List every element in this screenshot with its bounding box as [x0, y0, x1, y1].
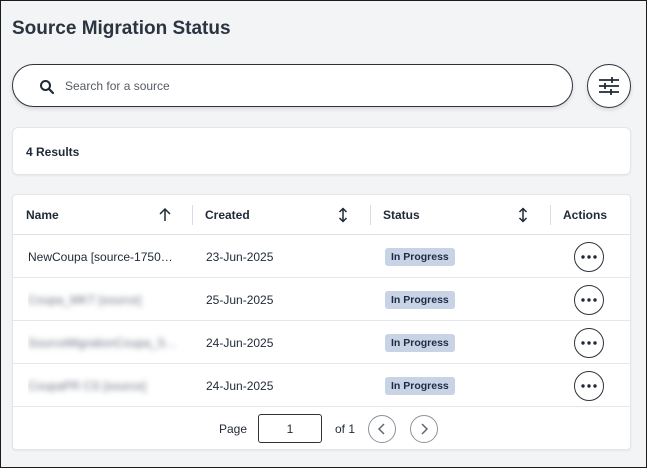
next-page-button[interactable]: [410, 415, 438, 443]
column-header-actions: Actions: [563, 208, 608, 222]
sort-vertical-icon[interactable]: [516, 207, 530, 223]
sources-table: Name Created Status Actions NewCoupa [so…: [12, 194, 631, 450]
row-actions-button[interactable]: [574, 242, 604, 272]
search-bar[interactable]: [12, 64, 573, 107]
more-horizontal-icon: [581, 255, 597, 259]
previous-page-button[interactable]: [368, 415, 396, 443]
app-frame: Source Migration Status 4 Results Name: [0, 0, 647, 468]
status-cell: In Progress: [385, 364, 535, 407]
table-header: Name Created Status Actions: [13, 195, 630, 235]
chevron-right-icon: [421, 423, 429, 435]
more-horizontal-icon: [581, 384, 597, 388]
column-header-name[interactable]: Name: [26, 195, 59, 235]
source-name-text: NewCoupa [source-17506…: [28, 249, 178, 264]
filter-button[interactable]: [587, 64, 631, 108]
column-divider: [370, 205, 371, 225]
page-total: of 1: [335, 422, 356, 436]
column-divider: [192, 205, 193, 225]
created-date: 24-Jun-2025: [206, 335, 274, 350]
page-number-input[interactable]: [258, 414, 322, 443]
table-row[interactable]: Coupa_MKT [source] 25-Jun-2025 In Progre…: [13, 278, 630, 321]
table-row[interactable]: CoupaPR CS [source] 24-Jun-2025 In Progr…: [13, 364, 630, 407]
status-badge: In Progress: [385, 333, 455, 352]
sort-vertical-icon[interactable]: [336, 207, 350, 223]
status-cell: In Progress: [385, 321, 535, 364]
source-name[interactable]: NewCoupa [source-17506…: [28, 235, 178, 278]
pagination: Page of 1: [13, 407, 630, 449]
more-horizontal-icon: [581, 298, 597, 302]
chevron-left-icon: [377, 423, 385, 435]
source-name-text: SourceMigrationCoupa_S…: [28, 335, 178, 350]
column-header-created[interactable]: Created: [205, 195, 250, 235]
table-row[interactable]: SourceMigrationCoupa_S… 24-Jun-2025 In P…: [13, 321, 630, 364]
created-date: 25-Jun-2025: [206, 292, 274, 307]
status-badge: In Progress: [385, 247, 455, 266]
row-actions-button[interactable]: [574, 285, 604, 315]
row-actions-button[interactable]: [574, 328, 604, 358]
column-header-status[interactable]: Status: [383, 195, 420, 235]
source-name[interactable]: CoupaPR CS [source]: [28, 364, 178, 407]
source-name-text: CoupaPR CS [source]: [28, 378, 147, 393]
source-name-text: Coupa_MKT [source]: [28, 292, 142, 307]
column-divider: [550, 205, 551, 225]
arrow-up-icon[interactable]: [158, 207, 172, 223]
results-summary: 4 Results: [12, 127, 631, 175]
results-count: 4 Results: [26, 145, 80, 159]
row-actions-button[interactable]: [574, 371, 604, 401]
page-title: Source Migration Status: [12, 18, 231, 39]
status-cell: In Progress: [385, 278, 535, 321]
sliders-icon: [599, 77, 619, 95]
page-label: Page: [219, 422, 248, 436]
source-name[interactable]: Coupa_MKT [source]: [28, 278, 178, 321]
table-row[interactable]: NewCoupa [source-17506… 23-Jun-2025 In P…: [13, 235, 630, 278]
status-cell: In Progress: [385, 235, 535, 278]
more-horizontal-icon: [581, 341, 597, 345]
source-name[interactable]: SourceMigrationCoupa_S…: [28, 321, 178, 364]
status-badge: In Progress: [385, 290, 455, 309]
status-badge: In Progress: [385, 376, 455, 395]
search-input[interactable]: [65, 74, 545, 98]
created-date: 23-Jun-2025: [206, 249, 274, 264]
created-date: 24-Jun-2025: [206, 378, 274, 393]
search-icon: [40, 80, 55, 95]
